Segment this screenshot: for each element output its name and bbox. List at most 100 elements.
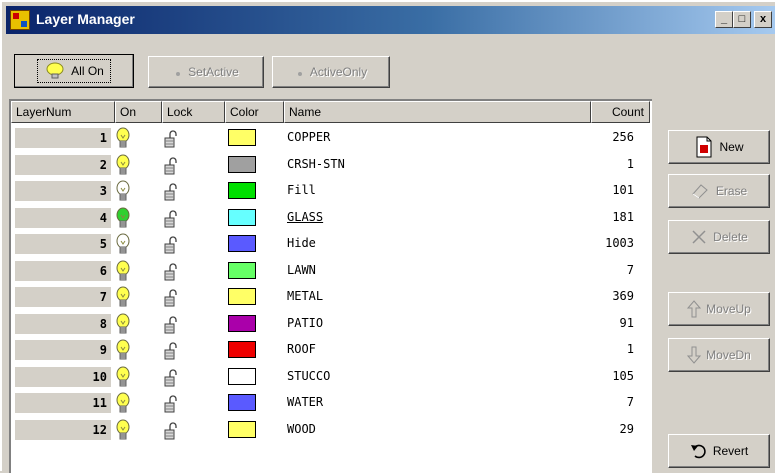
layer-color-swatch[interactable] <box>228 155 256 173</box>
layer-name: Hide <box>287 236 316 250</box>
set-active-label: SetActive <box>188 65 239 79</box>
set-active-icon <box>173 67 183 77</box>
active-only-label: ActiveOnly <box>309 65 368 79</box>
layer-row[interactable]: 4 GLASS 181 <box>11 205 652 231</box>
padlock-open-icon[interactable] <box>164 395 178 416</box>
new-layer-button[interactable]: New <box>668 130 770 164</box>
layer-name: COPPER <box>287 130 331 144</box>
layer-number: 9 <box>15 340 111 360</box>
layer-name: CRSH-STN <box>287 156 345 171</box>
layer-color-swatch[interactable] <box>228 341 256 358</box>
layer-color-swatch[interactable] <box>228 261 256 279</box>
padlock-open-icon[interactable] <box>164 236 178 257</box>
layer-list[interactable]: LayerNum On Lock Color Name Count 1 COPPE… <box>9 99 652 473</box>
layer-row[interactable]: 10 STUCCO 105 <box>11 364 652 390</box>
maximize-button[interactable]: □ <box>733 11 751 28</box>
layer-row[interactable]: 11 WATER 7 <box>11 390 652 416</box>
column-header-count[interactable]: Count <box>591 101 650 123</box>
layer-color-swatch[interactable] <box>228 208 256 226</box>
layer-row[interactable]: 7 METAL 369 <box>11 284 652 310</box>
lightbulb-on-icon[interactable] <box>116 392 130 419</box>
padlock-open-icon[interactable] <box>164 183 178 204</box>
layer-name: METAL <box>287 289 324 303</box>
layer-row[interactable]: 5 Hide 1003 <box>11 231 652 257</box>
layer-name: WATER <box>287 395 324 409</box>
lightbulb-on-icon[interactable] <box>116 286 130 313</box>
layer-color-swatch[interactable] <box>228 288 256 305</box>
move-up-label: MoveUp <box>706 302 751 316</box>
layer-count: 369 <box>612 289 634 303</box>
layer-color-swatch[interactable] <box>228 129 256 146</box>
lightbulb-off-icon[interactable] <box>116 180 130 207</box>
set-active-button[interactable]: SetActive <box>148 56 264 88</box>
revert-label: Revert <box>712 444 749 458</box>
layer-row[interactable]: 6 LAWN 7 <box>11 258 652 284</box>
lightbulb-on-icon[interactable] <box>116 207 130 234</box>
title-bar[interactable]: Layer Manager _ □ x <box>6 6 775 34</box>
layer-row[interactable]: 3 Fill 101 <box>11 178 652 204</box>
lightbulb-on-icon[interactable] <box>116 154 130 181</box>
layer-number: 11 <box>15 393 111 413</box>
padlock-open-icon[interactable] <box>164 289 178 310</box>
layer-number: 7 <box>15 287 111 307</box>
padlock-open-icon[interactable] <box>164 156 178 178</box>
column-header-name[interactable]: Name <box>284 101 591 123</box>
lightbulb-on-icon[interactable] <box>116 419 130 446</box>
move-up-button[interactable]: MoveUp <box>668 292 770 326</box>
layer-count: 1 <box>626 156 634 171</box>
layer-count: 7 <box>626 395 634 409</box>
layer-row[interactable]: 12 WOOD 29 <box>11 417 652 443</box>
layer-count: 7 <box>626 262 634 277</box>
layer-color-swatch[interactable] <box>228 420 256 438</box>
revert-button[interactable]: Revert <box>668 434 770 468</box>
lightbulb-on-icon[interactable] <box>116 127 130 154</box>
lightbulb-on-icon[interactable] <box>116 339 130 366</box>
padlock-open-icon[interactable] <box>164 130 178 151</box>
all-on-label: All On <box>71 64 104 78</box>
layer-row[interactable]: 1 COPPER 256 <box>11 125 652 151</box>
move-down-label: MoveDn <box>706 348 751 362</box>
padlock-open-icon[interactable] <box>164 262 178 284</box>
layer-count: 105 <box>612 368 634 383</box>
undo-arrow-icon <box>690 443 708 459</box>
padlock-open-icon[interactable] <box>164 209 178 231</box>
layer-color-swatch[interactable] <box>228 367 256 385</box>
layer-count: 1 <box>626 342 634 356</box>
layer-color-swatch[interactable] <box>228 182 256 199</box>
lightbulb-on-icon[interactable] <box>116 366 130 393</box>
column-header-layernum[interactable]: LayerNum <box>11 101 115 123</box>
layer-number: 1 <box>15 128 111 148</box>
column-header-color[interactable]: Color <box>225 101 284 123</box>
lightbulb-on-icon[interactable] <box>116 313 130 340</box>
padlock-open-icon[interactable] <box>164 342 178 363</box>
layer-color-swatch[interactable] <box>228 314 256 332</box>
layer-color-swatch[interactable] <box>228 235 256 252</box>
lightbulb-on-icon <box>44 62 66 80</box>
layer-row[interactable]: 9 ROOF 1 <box>11 337 652 363</box>
move-down-button[interactable]: MoveDn <box>668 338 770 372</box>
layer-color-swatch[interactable] <box>228 394 256 411</box>
layer-row[interactable]: 2 CRSH-STN 1 <box>11 152 652 178</box>
close-button[interactable]: x <box>754 11 772 28</box>
layer-number: 3 <box>15 181 111 201</box>
layer-name: STUCCO <box>287 368 331 383</box>
layer-count: 1003 <box>605 236 634 250</box>
lightbulb-off-icon[interactable] <box>116 233 130 260</box>
layer-name: PATIO <box>287 315 324 330</box>
padlock-open-icon[interactable] <box>164 368 178 390</box>
column-header-lock[interactable]: Lock <box>162 101 225 123</box>
padlock-open-icon[interactable] <box>164 421 178 443</box>
lightbulb-on-icon[interactable] <box>116 260 130 287</box>
minimize-button[interactable]: _ <box>715 11 733 28</box>
layer-count: 101 <box>612 183 634 197</box>
erase-button[interactable]: Erase <box>668 174 770 208</box>
layer-count: 181 <box>612 209 634 224</box>
padlock-open-icon[interactable] <box>164 315 178 337</box>
new-label: New <box>719 140 744 154</box>
layer-row[interactable]: 8 PATIO 91 <box>11 311 652 337</box>
layer-number: 5 <box>15 234 111 254</box>
column-header-on[interactable]: On <box>115 101 162 123</box>
delete-button[interactable]: Delete <box>668 220 770 254</box>
active-only-button[interactable]: ActiveOnly <box>272 56 390 88</box>
all-on-button[interactable]: All On <box>14 54 134 88</box>
